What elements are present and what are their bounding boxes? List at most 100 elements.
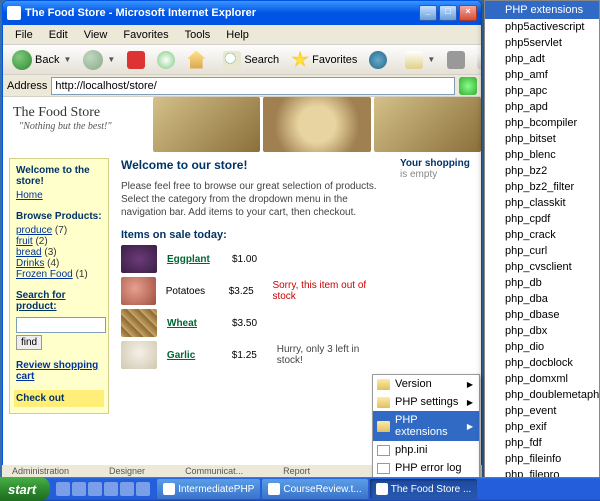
ie-icon	[7, 6, 21, 20]
menu-file[interactable]: File	[7, 27, 41, 43]
extension-item[interactable]: php_dbx	[485, 323, 599, 339]
edit-icon	[477, 51, 482, 69]
item-name: Potatoes	[166, 286, 205, 297]
extension-item[interactable]: php_classkit	[485, 195, 599, 211]
stop-button[interactable]	[122, 48, 150, 72]
forward-button[interactable]: ▼	[78, 47, 120, 73]
extension-item[interactable]: php_bcompiler	[485, 115, 599, 131]
extension-item[interactable]: php5servlet	[485, 35, 599, 51]
context-menu-item[interactable]: PHP extensions▶	[373, 411, 479, 441]
extension-item[interactable]: php_crack	[485, 227, 599, 243]
home-button[interactable]	[182, 48, 210, 72]
taskbar-task[interactable]: CourseReview.t...	[262, 479, 367, 499]
search-icon	[223, 51, 241, 69]
category-link[interactable]: fruit	[16, 236, 33, 247]
extension-item[interactable]: php_fdf	[485, 435, 599, 451]
item-row: Potatoes$3.25Sorry, this item out of sto…	[121, 277, 388, 305]
taskbar-task[interactable]: The Food Store ...	[370, 479, 478, 499]
mail-button[interactable]: ▼	[400, 48, 440, 72]
extension-item[interactable]: php_event	[485, 403, 599, 419]
item-image	[121, 277, 156, 305]
extension-item[interactable]: php_amf	[485, 67, 599, 83]
sidebar-home-link[interactable]: Home	[16, 190, 102, 201]
print-button[interactable]	[442, 48, 470, 72]
ql-icon[interactable]	[88, 482, 102, 496]
toolbar: Back▼ ▼ Search Favorites ▼ ▼	[3, 45, 481, 75]
extension-item[interactable]: php_adt	[485, 51, 599, 67]
maximize-button[interactable]: □	[439, 5, 457, 21]
go-button[interactable]	[459, 77, 477, 95]
extension-item[interactable]: php_bz2_filter	[485, 179, 599, 195]
ql-icon[interactable]	[72, 482, 86, 496]
extension-item[interactable]: php_cvsclient	[485, 259, 599, 275]
address-input[interactable]	[51, 77, 455, 95]
category-link[interactable]: bread	[16, 247, 42, 258]
store-title: The Food Store	[13, 105, 143, 121]
mail-icon	[405, 51, 423, 69]
sidebar-browse-head: Browse Products:	[16, 211, 102, 222]
sidebar-welcome-head: Welcome to the store!	[16, 165, 102, 187]
media-icon	[369, 51, 387, 69]
ql-icon[interactable]	[120, 482, 134, 496]
context-menu-item[interactable]: PHP error log	[373, 459, 479, 477]
menu-favorites[interactable]: Favorites	[115, 27, 176, 43]
task-icon	[376, 483, 388, 495]
extension-item[interactable]: php_blenc	[485, 147, 599, 163]
search-button[interactable]: Search	[218, 48, 284, 72]
close-button[interactable]: ×	[459, 5, 477, 21]
category-link[interactable]: Drinks	[16, 258, 44, 269]
item-link[interactable]: Wheat	[167, 318, 197, 329]
extension-item[interactable]: php_dbase	[485, 307, 599, 323]
ql-icon[interactable]	[136, 482, 150, 496]
quick-launch	[56, 482, 150, 496]
context-menu-item[interactable]: php.ini	[373, 441, 479, 459]
extension-item[interactable]: php_exif	[485, 419, 599, 435]
menu-tools[interactable]: Tools	[177, 27, 219, 43]
menu-edit[interactable]: Edit	[41, 27, 76, 43]
start-button[interactable]: start	[0, 477, 50, 501]
favorites-button[interactable]: Favorites	[286, 48, 362, 72]
extension-item[interactable]: php_dio	[485, 339, 599, 355]
item-link[interactable]: Eggplant	[167, 254, 210, 265]
extensions-header[interactable]: PHP extensions	[485, 1, 599, 19]
extension-item[interactable]: php_bz2	[485, 163, 599, 179]
titlebar[interactable]: The Food Store - Microsoft Internet Expl…	[3, 1, 481, 25]
file-icon	[377, 445, 390, 456]
extension-item[interactable]: php5activescript	[485, 19, 599, 35]
extension-item[interactable]: php_cpdf	[485, 211, 599, 227]
edit-button[interactable]: ▼	[472, 48, 482, 72]
refresh-button[interactable]	[152, 48, 180, 72]
category-link[interactable]: Frozen Food	[16, 269, 73, 280]
media-button[interactable]	[364, 48, 392, 72]
category-link[interactable]: produce	[16, 225, 52, 236]
menu-help[interactable]: Help	[218, 27, 257, 43]
item-link[interactable]: Garlic	[167, 350, 195, 361]
extension-item[interactable]: php_fileinfo	[485, 451, 599, 467]
item-price: $3.25	[229, 286, 263, 297]
extension-item[interactable]: php_curl	[485, 243, 599, 259]
extension-item[interactable]: php_apc	[485, 83, 599, 99]
extension-item[interactable]: php_domxml	[485, 371, 599, 387]
search-input[interactable]	[16, 317, 106, 333]
back-icon	[12, 50, 32, 70]
ql-icon[interactable]	[56, 482, 70, 496]
review-cart-link[interactable]: Review shopping cart	[16, 360, 102, 382]
minimize-button[interactable]: _	[419, 5, 437, 21]
task-icon	[268, 483, 280, 495]
extension-item[interactable]: php_docblock	[485, 355, 599, 371]
extension-item[interactable]: php_dba	[485, 291, 599, 307]
extension-item[interactable]: php_apd	[485, 99, 599, 115]
context-menu-item[interactable]: Version▶	[373, 375, 479, 393]
find-button[interactable]: find	[16, 335, 42, 350]
extension-item[interactable]: php_bitset	[485, 131, 599, 147]
menu-view[interactable]: View	[76, 27, 116, 43]
ql-icon[interactable]	[104, 482, 118, 496]
extension-item[interactable]: php_db	[485, 275, 599, 291]
checkout-link[interactable]: Check out	[16, 393, 102, 404]
extension-item[interactable]: php_doublemetaphone	[485, 387, 599, 403]
item-note: Hurry, only 3 left in stock!	[277, 344, 388, 366]
back-button[interactable]: Back▼	[7, 47, 76, 73]
item-image	[121, 341, 157, 369]
context-menu-item[interactable]: PHP settings▶	[373, 393, 479, 411]
taskbar-task[interactable]: IntermediatePHP	[157, 479, 260, 499]
